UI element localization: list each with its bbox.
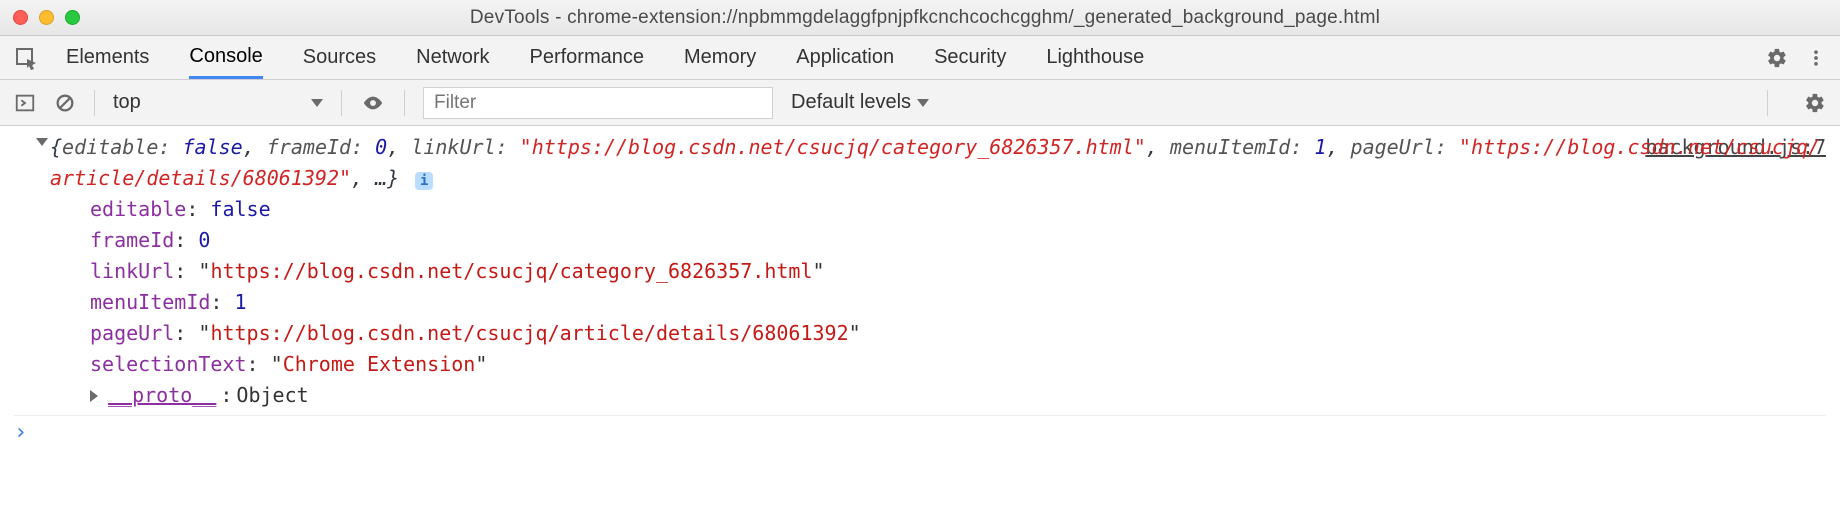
tab-performance[interactable]: Performance bbox=[530, 36, 645, 79]
tab-label: Memory bbox=[684, 46, 756, 69]
object-summary: {editable: false, frameId: 0, linkUrl: "… bbox=[50, 132, 1826, 194]
tab-network[interactable]: Network bbox=[416, 36, 489, 79]
tab-application[interactable]: Application bbox=[796, 36, 894, 79]
tab-label: Lighthouse bbox=[1046, 46, 1144, 69]
live-expression-eye-icon[interactable] bbox=[360, 92, 386, 114]
window-titlebar: DevTools - chrome-extension://npbmmgdela… bbox=[0, 0, 1840, 36]
settings-gear-icon[interactable] bbox=[1766, 47, 1788, 69]
object-property[interactable]: frameId: 0 bbox=[90, 225, 1826, 256]
info-badge-icon[interactable]: i bbox=[415, 172, 433, 190]
console-body: background.js:7 {editable: false, frameI… bbox=[0, 126, 1840, 416]
object-property[interactable]: pageUrl: https://blog.csdn.net/csucjq/ar… bbox=[90, 318, 1826, 349]
filter-input[interactable] bbox=[423, 87, 773, 119]
toolbar-separator bbox=[404, 90, 405, 116]
toolbar-separator bbox=[94, 90, 95, 116]
window-title: DevTools - chrome-extension://npbmmgdela… bbox=[20, 7, 1830, 29]
chevron-down-icon bbox=[311, 99, 323, 107]
tab-elements[interactable]: Elements bbox=[66, 36, 149, 79]
tab-memory[interactable]: Memory bbox=[684, 36, 756, 79]
console-settings-gear-icon[interactable] bbox=[1804, 92, 1826, 114]
tab-sources[interactable]: Sources bbox=[303, 36, 376, 79]
console-toolbar: top Default levels bbox=[0, 80, 1840, 126]
object-property[interactable]: selectionText: Chrome Extension bbox=[90, 349, 1826, 380]
tab-label: Application bbox=[796, 46, 894, 69]
log-levels-selector[interactable]: Default levels bbox=[791, 91, 929, 114]
expand-toggle-icon[interactable] bbox=[36, 138, 48, 146]
prompt-caret: › bbox=[14, 420, 27, 445]
expand-right-icon[interactable] bbox=[90, 390, 98, 402]
levels-label: Default levels bbox=[791, 91, 911, 114]
object-properties: editable: false frameId: 0 linkUrl: http… bbox=[50, 194, 1826, 411]
toggle-drawer-icon[interactable] bbox=[14, 92, 36, 114]
tab-label: Elements bbox=[66, 46, 149, 69]
inspect-element-icon[interactable] bbox=[14, 46, 38, 70]
tab-label: Sources bbox=[303, 46, 376, 69]
object-property[interactable]: menuItemId: 1 bbox=[90, 287, 1826, 318]
devtools-tabbar: Elements Console Sources Network Perform… bbox=[0, 36, 1840, 80]
more-menu-icon[interactable] bbox=[1806, 47, 1826, 69]
tab-label: Performance bbox=[530, 46, 645, 69]
tab-console[interactable]: Console bbox=[189, 36, 262, 79]
tab-security[interactable]: Security bbox=[934, 36, 1006, 79]
object-property[interactable]: editable: false bbox=[90, 194, 1826, 225]
object-property[interactable]: linkUrl: https://blog.csdn.net/csucjq/ca… bbox=[90, 256, 1826, 287]
context-selector[interactable]: top bbox=[113, 91, 323, 114]
context-value: top bbox=[113, 91, 141, 114]
toolbar-separator bbox=[341, 90, 342, 116]
console-prompt[interactable]: › bbox=[0, 416, 1840, 445]
toolbar-separator bbox=[1767, 90, 1768, 116]
tab-label: Security bbox=[934, 46, 1006, 69]
tab-label: Network bbox=[416, 46, 489, 69]
tab-lighthouse[interactable]: Lighthouse bbox=[1046, 36, 1144, 79]
console-log-entry[interactable]: {editable: false, frameId: 0, linkUrl: "… bbox=[14, 130, 1826, 416]
chevron-down-icon bbox=[917, 99, 929, 107]
object-proto[interactable]: __proto__: Object bbox=[90, 380, 1826, 411]
clear-console-icon[interactable] bbox=[54, 92, 76, 114]
tab-label: Console bbox=[189, 45, 262, 68]
